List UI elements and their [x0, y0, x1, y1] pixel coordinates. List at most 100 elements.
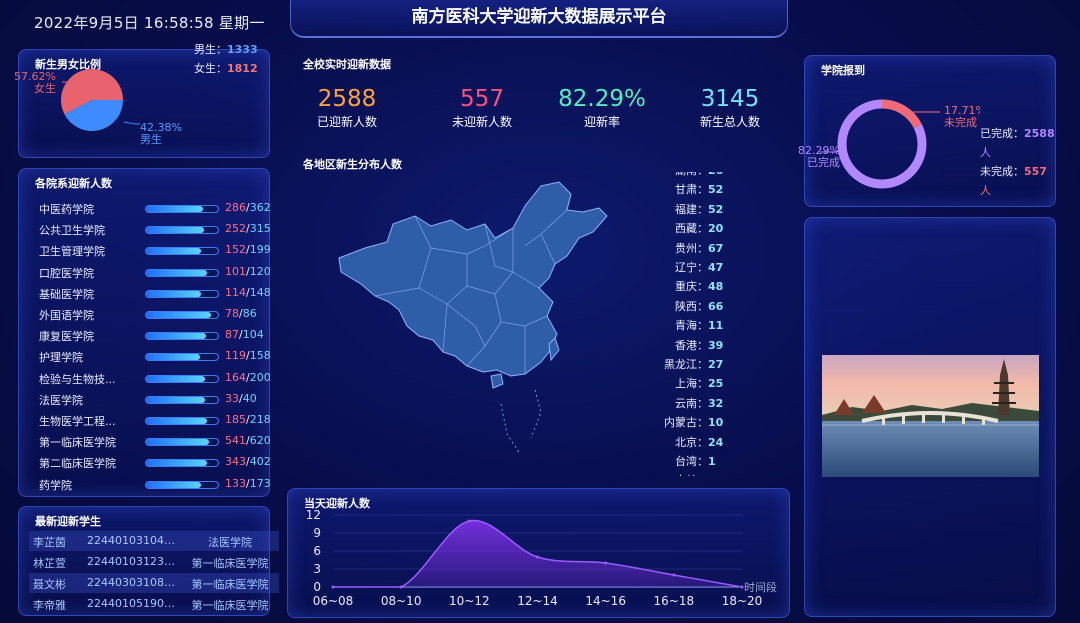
college-row[interactable]: 法医学院 33/40 [35, 389, 275, 410]
college-done-count: 133 [225, 476, 246, 490]
college-name: 中医药学院 [39, 203, 94, 216]
college-count: 33/40 [225, 392, 257, 405]
college-row[interactable]: 外国语学院 78/86 [35, 304, 275, 325]
student-row[interactable]: 李芷茵 224401031042... 法医学院 [29, 531, 279, 551]
student-row[interactable]: 聂文彬 224403031082... 第一临床医学院 [29, 573, 279, 593]
college-done-count: 101 [225, 264, 246, 278]
college-name: 口腔医学院 [39, 266, 94, 280]
male-leader-line [123, 121, 140, 125]
college-progress-bar [145, 438, 219, 447]
college-total-count: 104 [242, 328, 264, 342]
student-id: 224401031230... [87, 555, 181, 568]
data-point[interactable] [740, 585, 744, 589]
region-row[interactable]: 辽宁：47 [660, 259, 740, 278]
college-total-count: 402 [249, 455, 271, 469]
region-row[interactable]: 香港：39 [660, 337, 740, 356]
data-point[interactable] [331, 585, 335, 589]
college-row[interactable]: 公共卫生学院 252/315 [35, 219, 275, 240]
y-tick-label: 9 [313, 526, 321, 540]
region-name: 台湾： [675, 455, 708, 468]
college-done-count: 185 [225, 413, 246, 426]
college-row[interactable]: 护理学院 119/158 [35, 346, 275, 367]
stat-label: 新生总人数 [699, 115, 760, 129]
student-name: 李芷茵 [33, 536, 66, 549]
y-tick-label: 0 [313, 580, 321, 594]
region-row[interactable]: 北京：24 [660, 434, 740, 453]
college-row[interactable]: 康复医学院 87/104 [35, 325, 275, 346]
college-name: 检验与生物技... [39, 372, 116, 386]
region-row[interactable]: 青海：11 [660, 317, 740, 336]
college-count: 133/173 [225, 477, 271, 490]
college-name: 第一临床医学院 [39, 436, 116, 450]
student-row[interactable]: 李帝雅 224401051902... 第一临床医学院 [29, 594, 279, 614]
region-name: 辽宁： [675, 261, 708, 274]
college-count: 152/199 [225, 243, 271, 256]
region-count: 20 [708, 222, 724, 236]
stat-value: 3145 [700, 86, 760, 112]
college-progress-fill [146, 396, 206, 403]
gender-pie-chart: 57.62% 女生 42.38% 男生 [14, 68, 182, 146]
college-progress-bar [145, 268, 219, 277]
college-progress-fill [146, 460, 208, 467]
region-row[interactable]: 黑龙江：27 [660, 356, 740, 375]
done-count-label: 已完成： [980, 127, 1024, 140]
data-point[interactable] [467, 519, 471, 523]
region-count: 32 [708, 474, 740, 476]
region-name: 福建： [675, 202, 708, 216]
region-count: 1 [708, 455, 716, 468]
college-count: 78/86 [225, 307, 257, 320]
china-map[interactable] [335, 176, 615, 466]
region-name: 内蒙古： [664, 416, 708, 430]
college-row[interactable]: 第二临床医学院 343/402 [35, 452, 275, 473]
region-row[interactable]: 湖南：26 [660, 172, 740, 181]
region-count: 11 [708, 319, 724, 333]
college-progress-bar [145, 395, 219, 404]
region-name: 陕西： [675, 299, 708, 313]
region-row[interactable]: 吉林：32 [660, 472, 740, 476]
data-point[interactable] [672, 573, 676, 577]
region-count: 52 [708, 183, 724, 197]
area-fill [333, 520, 742, 587]
college-row[interactable]: 检验与生物技... 164/200 [35, 368, 275, 389]
region-count: 47 [708, 261, 724, 274]
college-row[interactable]: 口腔医学院 101/120 [35, 262, 275, 283]
college-enrollment-panel: 各院系迎新人数 中医药学院 286/362 公共卫生学院 252/315 卫生管理学院 1… [18, 168, 271, 497]
college-progress-fill [146, 269, 207, 276]
student-row[interactable]: 林芷萱 224401031230... 第一临床医学院 [29, 552, 279, 572]
region-row[interactable]: 福建：52 [660, 201, 740, 220]
data-point[interactable] [536, 555, 539, 559]
college-row[interactable]: 第一临床医学院 541/620 [35, 431, 275, 452]
college-name: 外国语学院 [39, 309, 94, 322]
region-row[interactable]: 西藏：20 [660, 220, 740, 239]
male-count-value: 1333 [227, 43, 258, 56]
region-row[interactable]: 陕西：66 [660, 298, 740, 317]
realtime-section-title: 全校实时迎新数据 [303, 58, 391, 71]
college-row[interactable]: 中医药学院 286/362 [35, 198, 275, 219]
region-row[interactable]: 上海：25 [660, 375, 740, 394]
college-row[interactable]: 卫生管理学院 152/199 [35, 240, 275, 261]
region-row[interactable]: 内蒙古：10 [660, 414, 740, 433]
hainan-island[interactable] [490, 373, 504, 389]
region-row[interactable]: 台湾：1 [660, 453, 740, 472]
college-name: 公共卫生学院 [39, 224, 105, 238]
region-row[interactable]: 重庆：48 [660, 278, 740, 297]
college-total-count: 218 [249, 413, 271, 426]
region-list[interactable]: 湖南：26甘肃：52福建：52西藏：20贵州：67辽宁：47重庆：48陕西：66… [660, 172, 740, 476]
college-row[interactable]: 基础医学院 114/148 [35, 283, 275, 304]
college-progress-fill [146, 206, 203, 212]
college-progress-fill [146, 375, 206, 382]
college-done-count: 343 [225, 455, 246, 469]
region-row[interactable]: 甘肃：52 [660, 181, 740, 200]
china-mainland-shape[interactable] [338, 181, 608, 377]
data-point[interactable] [399, 585, 403, 589]
student-name: 林芷萱 [33, 557, 66, 570]
student-college: 第一临床医学院 [191, 599, 269, 612]
region-count: 32 [708, 396, 724, 410]
region-row[interactable]: 云南：32 [660, 395, 740, 414]
latest-students-panel: 最新迎新学生 李芷茵 224401031042... 法医学院 林芷萱 22440103… [18, 506, 279, 616]
done-label: 已完成 [807, 155, 840, 169]
region-row[interactable]: 贵州：67 [660, 240, 740, 259]
college-row[interactable]: 生物医学工程... 185/218 [35, 410, 275, 431]
college-row[interactable]: 药学院 133/173 [35, 474, 275, 495]
data-point[interactable] [604, 561, 608, 565]
